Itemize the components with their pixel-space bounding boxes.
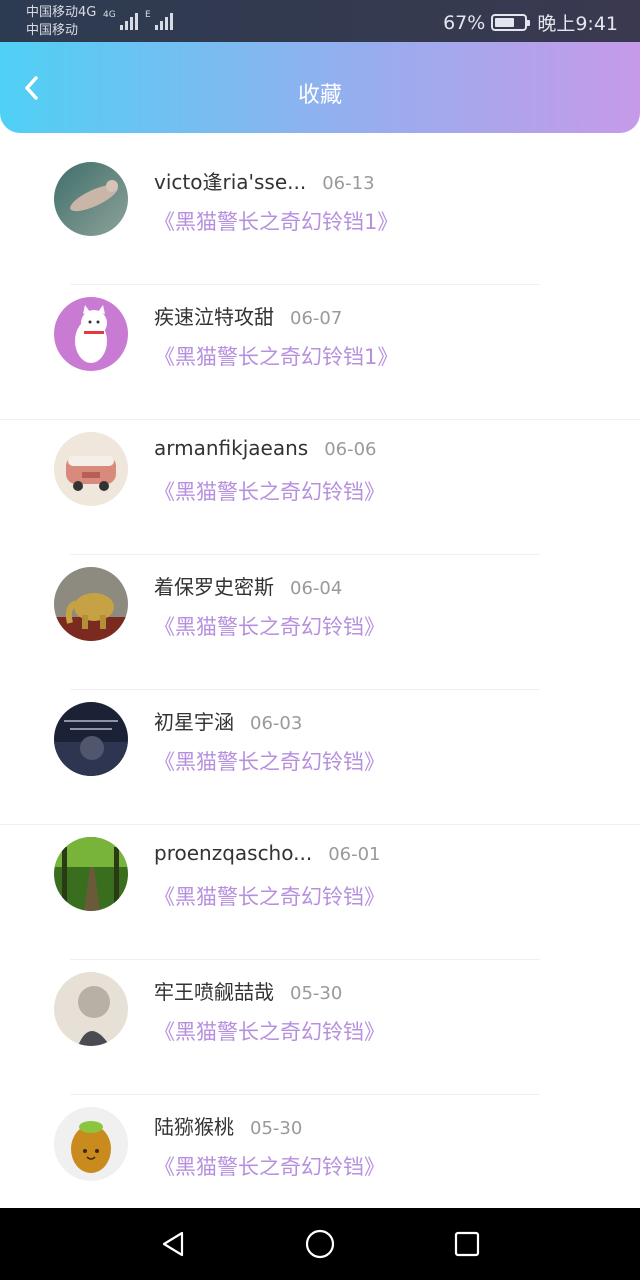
avatar[interactable] [54, 297, 128, 371]
user-name-row: proenzqascho... 06-01 [154, 841, 381, 865]
avatar-image [54, 432, 128, 506]
user-name[interactable]: victo逢ria'sse... [154, 170, 306, 194]
carrier-line-1: 中国移动4G [26, 5, 97, 20]
list-item[interactable]: 疾速泣特攻甜 06-07 《黑猫警长之奇幻铃铛1》 [0, 285, 640, 420]
list-item[interactable]: proenzqascho... 06-01 《黑猫警长之奇幻铃铛》 [0, 825, 640, 960]
square-recents-icon [454, 1231, 479, 1257]
user-name-row: armanfikjaeans 06-06 [154, 436, 377, 460]
avatar[interactable] [54, 567, 128, 641]
favorite-date: 05-30 [290, 983, 343, 1004]
avatar[interactable] [54, 837, 128, 911]
list-item[interactable]: victo逢ria'sse... 06-13 《黑猫警长之奇幻铃铛1》 [0, 150, 640, 285]
favorite-date: 05-30 [250, 1118, 303, 1139]
favorite-date: 06-13 [322, 173, 375, 194]
carrier-info: 中国移动4G 中国移动 [26, 4, 96, 40]
book-title[interactable]: 《黑猫警长之奇幻铃铛1》 [154, 341, 398, 371]
user-name[interactable]: armanfikjaeans [154, 436, 308, 460]
list-item[interactable]: 初星宇涵 06-03 《黑猫警长之奇幻铃铛》 [0, 690, 640, 825]
user-name[interactable]: 初星宇涵 [154, 710, 234, 734]
avatar-image [54, 297, 128, 371]
carrier-line-2: 中国移动 [26, 23, 79, 38]
battery-icon [491, 14, 531, 31]
book-title[interactable]: 《黑猫警长之奇幻铃铛》 [154, 881, 385, 911]
avatar-image [54, 972, 128, 1046]
signal-strength-icon-2: E [145, 10, 173, 30]
list-item[interactable]: armanfikjaeans 06-06 《黑猫警长之奇幻铃铛》 [0, 420, 640, 555]
network-type-label-2: E [145, 10, 151, 20]
avatar-image [54, 837, 128, 911]
circle-home-icon [305, 1229, 335, 1259]
user-name-row: victo逢ria'sse... 06-13 [154, 166, 375, 195]
battery-percent: 67% [443, 11, 486, 34]
avatar-image [54, 1107, 128, 1181]
list-item[interactable]: 牢王喷觎喆哉 05-30 《黑猫警长之奇幻铃铛》 [0, 960, 640, 1095]
user-name-row: 牢王喷觎喆哉 05-30 [154, 976, 342, 1005]
user-name[interactable]: 陆猕猴桃 [154, 1115, 234, 1139]
status-right: 67% 晚上9:41 [443, 9, 618, 36]
book-title[interactable]: 《黑猫警长之奇幻铃铛》 [154, 746, 385, 776]
avatar[interactable] [54, 702, 128, 776]
book-title[interactable]: 《黑猫警长之奇幻铃铛》 [154, 611, 385, 641]
user-name-row: 着保罗史密斯 06-04 [154, 571, 342, 600]
system-nav-bar [0, 1208, 640, 1280]
clock: 晚上9:41 [537, 13, 618, 35]
page-title: 收藏 [297, 83, 342, 108]
user-name-row: 陆猕猴桃 05-30 [154, 1111, 302, 1140]
book-title[interactable]: 《黑猫警长之奇幻铃铛》 [154, 476, 385, 506]
user-name-row: 疾速泣特攻甜 06-07 [154, 301, 342, 330]
avatar-image [54, 702, 128, 776]
nav-home-button[interactable] [300, 1224, 340, 1264]
nav-back-button[interactable] [153, 1224, 193, 1264]
avatar[interactable] [54, 1107, 128, 1181]
favorite-date: 06-07 [290, 308, 343, 329]
avatar[interactable] [54, 162, 128, 236]
status-bar: 中国移动4G 中国移动 4G E 67% 晚上9:41 [0, 0, 640, 44]
network-type-label: 4G [103, 10, 116, 20]
favorite-date: 06-01 [328, 844, 381, 865]
book-title[interactable]: 《黑猫警长之奇幻铃铛》 [154, 1016, 385, 1046]
avatar-image [54, 567, 128, 641]
favorite-date: 06-06 [324, 439, 377, 460]
app-header: 收藏 [0, 42, 640, 133]
user-name[interactable]: 牢王喷觎喆哉 [154, 980, 274, 1004]
list-item[interactable]: 着保罗史密斯 06-04 《黑猫警长之奇幻铃铛》 [0, 555, 640, 690]
avatar-image [54, 162, 128, 236]
favorite-date: 06-04 [290, 578, 343, 599]
user-name-row: 初星宇涵 06-03 [154, 706, 302, 735]
favorite-date: 06-03 [250, 713, 303, 734]
nav-recents-button[interactable] [447, 1224, 487, 1264]
book-title[interactable]: 《黑猫警长之奇幻铃铛》 [154, 1151, 385, 1181]
book-title[interactable]: 《黑猫警长之奇幻铃铛1》 [154, 206, 398, 236]
avatar[interactable] [54, 432, 128, 506]
signal-strength-icon: 4G [103, 10, 138, 30]
user-name[interactable]: proenzqascho... [154, 841, 312, 865]
user-name[interactable]: 着保罗史密斯 [154, 575, 274, 599]
user-name[interactable]: 疾速泣特攻甜 [154, 305, 274, 329]
favorites-list: victo逢ria'sse... 06-13 《黑猫警长之奇幻铃铛1》 疾速泣特攻… [0, 150, 640, 1230]
avatar[interactable] [54, 972, 128, 1046]
triangle-back-icon [163, 1231, 184, 1257]
